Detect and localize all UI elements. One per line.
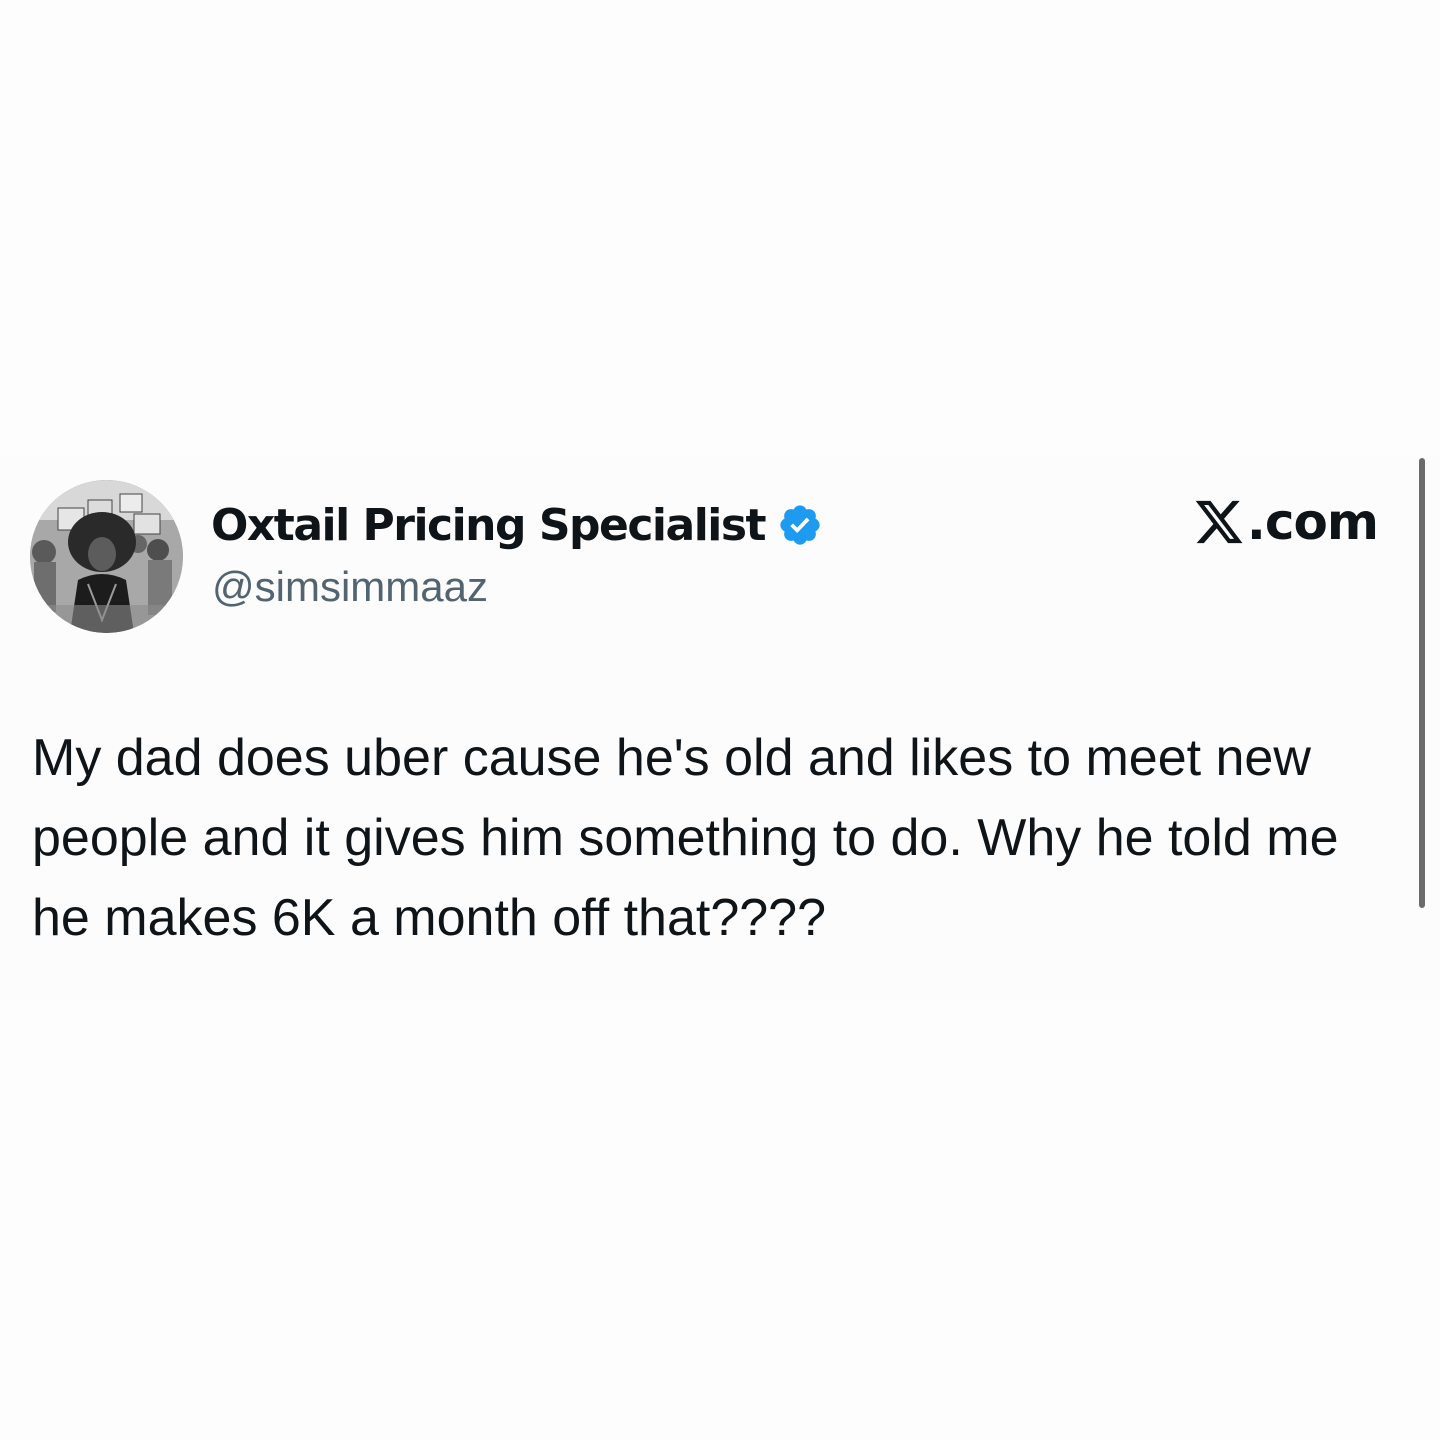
site-label: .com [1193, 493, 1379, 551]
author-handle[interactable]: @simsimmaaz [212, 563, 488, 611]
avatar-image [30, 480, 183, 633]
site-domain-text: .com [1246, 493, 1379, 551]
scrollbar[interactable] [1419, 458, 1425, 908]
avatar[interactable] [30, 480, 183, 633]
verified-badge-icon [777, 502, 823, 548]
tweet-text: My dad does uber cause he's old and like… [32, 729, 1339, 947]
x-logo-icon [1193, 496, 1245, 548]
page: Oxtail Pricing Specialist @simsimmaaz .c… [0, 0, 1440, 1440]
display-name-row: Oxtail Pricing Specialist [211, 495, 823, 555]
tweet-card: Oxtail Pricing Specialist @simsimmaaz .c… [0, 455, 1440, 1000]
display-name[interactable]: Oxtail Pricing Specialist [211, 500, 767, 551]
